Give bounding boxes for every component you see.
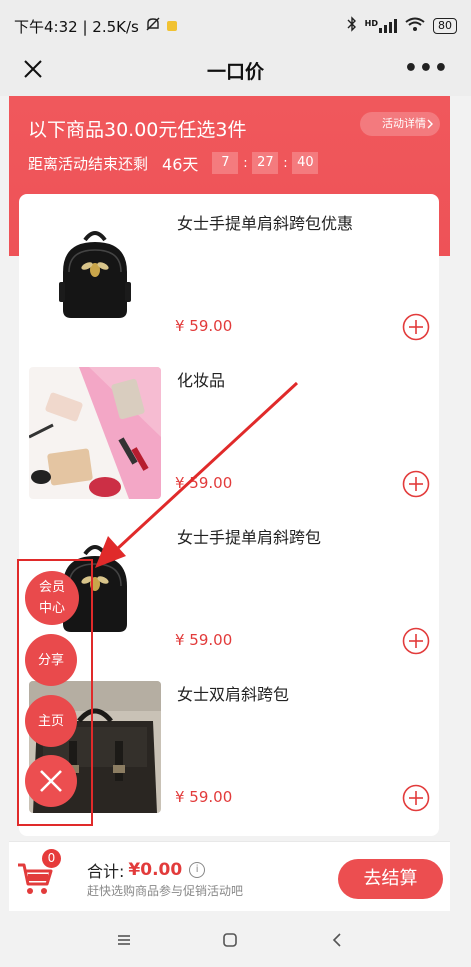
recent-apps-icon[interactable]	[114, 930, 134, 950]
battery-indicator: 80	[433, 18, 457, 34]
product-name: 女士手提单肩斜跨包	[177, 528, 322, 547]
promo-title: 以下商品30.00元任选3件	[28, 119, 247, 141]
countdown-minutes: 27	[252, 152, 279, 174]
product-image-backpack[interactable]	[29, 210, 161, 342]
add-to-cart-icon[interactable]	[402, 313, 430, 341]
bluetooth-icon	[347, 16, 357, 36]
more-menu-button[interactable]: •••	[404, 56, 449, 81]
product-price: ¥ 59.00	[175, 474, 233, 492]
countdown-label: 距离活动结束还剩	[28, 154, 149, 173]
cart-total-amount: ¥0.00	[128, 860, 183, 880]
product-price: ¥ 59.00	[175, 788, 233, 806]
cart-total: 合计: ¥0.00 i	[87, 858, 206, 882]
add-to-cart-icon[interactable]	[402, 784, 430, 812]
product-image-cosmetics[interactable]	[29, 367, 161, 499]
cart-count-badge: 0	[42, 849, 61, 868]
countdown-hours: 7	[212, 152, 239, 174]
signal-label: HD	[364, 19, 378, 28]
countdown-seconds: 40	[292, 152, 319, 174]
countdown-separator: :	[243, 155, 248, 171]
add-to-cart-icon[interactable]	[402, 470, 430, 498]
activity-details-label: 活动详情	[382, 117, 426, 130]
activity-details-button[interactable]: 活动详情	[360, 112, 440, 136]
product-price: ¥ 59.00	[175, 631, 233, 649]
product-name: 化妆品	[177, 371, 226, 390]
back-icon[interactable]	[327, 930, 347, 950]
wifi-icon	[405, 17, 425, 36]
countdown: 距离活动结束还剩 46天 7 : 27 : 40	[28, 151, 319, 175]
cart-hint: 赶快选购商品参与促销活动吧	[87, 884, 244, 898]
checkout-button[interactable]: 去结算	[338, 859, 443, 899]
product-name: 女士双肩斜跨包	[177, 685, 290, 704]
close-icon[interactable]	[20, 56, 46, 82]
cart-bar: 0 合计: ¥0.00 i 赶快选购商品参与促销活动吧 去结算	[9, 841, 450, 911]
info-icon[interactable]: i	[189, 862, 206, 878]
product-item[interactable]: 化妆品 ¥ 59.00	[19, 351, 439, 508]
home-nav-icon[interactable]	[220, 930, 240, 950]
status-time: 下午4:32 | 2.5K/s	[14, 17, 139, 36]
mute-icon	[145, 16, 161, 36]
product-name: 女士手提单肩斜跨包优惠	[177, 214, 354, 233]
notification-icon	[166, 21, 177, 31]
page-title: 一口价	[206, 60, 264, 83]
add-to-cart-icon[interactable]	[402, 627, 430, 655]
product-price: ¥ 59.00	[175, 317, 233, 335]
countdown-separator: :	[283, 155, 288, 171]
signal-icon: HD	[365, 19, 397, 33]
countdown-days: 46天	[162, 155, 199, 174]
cart-total-label: 合计:	[87, 862, 125, 881]
product-item[interactable]: 女士手提单肩斜跨包优惠 ¥ 59.00	[19, 194, 439, 351]
chevron-right-icon	[426, 112, 434, 145]
nav-bar: 一口价 •••	[0, 44, 471, 96]
annotation-highlight-box	[17, 559, 93, 826]
system-nav-bar	[0, 912, 471, 967]
